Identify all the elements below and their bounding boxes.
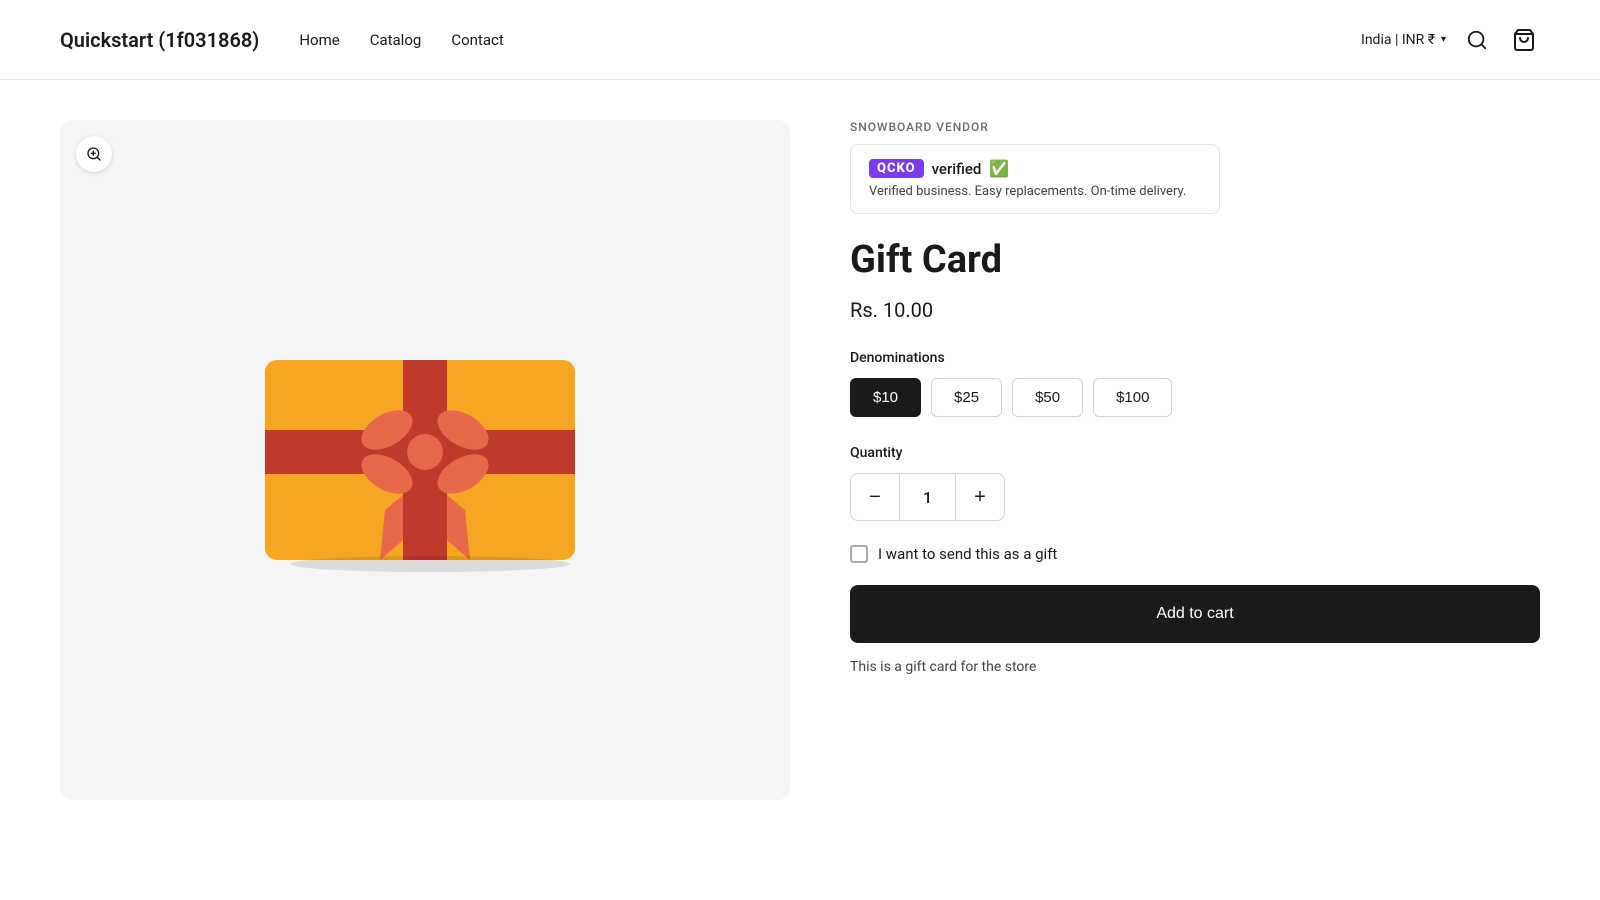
quantity-decrement-button[interactable]: − [851,474,899,520]
locale-text: India | INR ₹ [1361,32,1435,48]
main-nav: Home Catalog Contact [299,31,503,49]
zoom-icon [86,146,102,162]
main-content: SNOWBOARD VENDOR QCKO verified ✅ Verifie… [0,80,1600,840]
denomination-25[interactable]: $25 [931,378,1002,417]
quantity-section: Quantity − 1 + [850,445,1540,521]
gift-card-image [255,340,595,580]
denomination-50[interactable]: $50 [1012,378,1083,417]
header-right: India | INR ₹ ▾ [1361,24,1540,56]
product-details: SNOWBOARD VENDOR QCKO verified ✅ Verifie… [850,120,1540,800]
quantity-value: 1 [899,474,956,520]
nav-home[interactable]: Home [299,31,339,49]
verified-text: verified [932,160,982,178]
locale-selector[interactable]: India | INR ₹ ▾ [1361,32,1446,48]
search-icon [1466,29,1488,51]
gift-checkbox-row: I want to send this as a gift [850,545,1540,563]
vendor-tagline: Verified business. Easy replacements. On… [869,184,1201,199]
acko-logo: QCKO [869,159,924,178]
denomination-10[interactable]: $10 [850,378,921,417]
vendor-label: SNOWBOARD VENDOR [850,120,1540,134]
denominations-group: $10 $25 $50 $100 [850,378,1540,417]
vendor-card: QCKO verified ✅ Verified business. Easy … [850,144,1220,214]
quantity-increment-button[interactable]: + [956,474,1004,520]
nav-contact[interactable]: Contact [451,31,503,49]
nav-catalog[interactable]: Catalog [370,31,422,49]
denominations-label: Denominations [850,350,1540,366]
denomination-100[interactable]: $100 [1093,378,1172,417]
product-price: Rs. 10.00 [850,298,1540,322]
vendor-badge: SNOWBOARD VENDOR QCKO verified ✅ Verifie… [850,120,1540,214]
header-left: Quickstart (1f031868) Home Catalog Conta… [60,28,504,52]
product-gallery [60,120,790,800]
gift-checkbox-label[interactable]: I want to send this as a gift [878,545,1057,563]
verified-check-icon: ✅ [989,159,1009,178]
zoom-button[interactable] [76,136,112,172]
vendor-card-top: QCKO verified ✅ [869,159,1201,178]
cart-button[interactable] [1508,24,1540,56]
chevron-down-icon: ▾ [1441,34,1446,45]
quantity-stepper: − 1 + [850,473,1005,521]
gift-checkbox[interactable] [850,545,868,563]
gift-card-note: This is a gift card for the store [850,659,1540,675]
product-title: Gift Card [850,238,1540,282]
cart-icon [1512,28,1536,52]
site-logo: Quickstart (1f031868) [60,28,259,52]
add-to-cart-button[interactable]: Add to cart [850,585,1540,643]
search-button[interactable] [1462,25,1492,55]
quantity-label: Quantity [850,445,1540,461]
site-header: Quickstart (1f031868) Home Catalog Conta… [0,0,1600,80]
